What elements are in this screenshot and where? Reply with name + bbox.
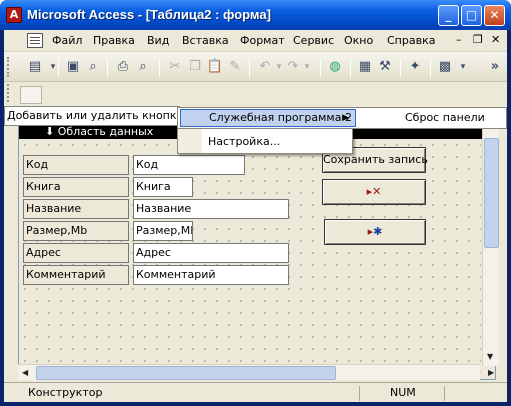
status-separator (359, 386, 360, 401)
app-window: A Microsoft Access - [Таблица2 : форма] … (0, 0, 511, 406)
section-header-label: Область данных (57, 125, 154, 138)
field-nazvanie[interactable]: Название (133, 199, 289, 219)
scroll-left-arrow-icon[interactable]: ◀ (22, 368, 28, 377)
paste-icon[interactable]: 📋 (206, 58, 224, 76)
field-kommentariy[interactable]: Комментарий (133, 265, 289, 285)
field-kod[interactable]: Код (133, 155, 245, 175)
scroll-right-arrow-icon[interactable]: ▶ (488, 368, 494, 377)
mdi-restore-icon[interactable]: ❐ (473, 33, 483, 46)
toolbar-separator (400, 58, 401, 77)
close-icon[interactable]: ✕ (484, 5, 505, 26)
delete-record-icon: ▸✕ (366, 185, 382, 198)
menu-edit[interactable]: Правка (93, 34, 135, 47)
toolbox-icon[interactable]: ⚒ (376, 58, 394, 76)
form-document-icon[interactable] (27, 33, 43, 48)
menu-insert[interactable]: Вставка (182, 34, 229, 47)
submenu-arrow-icon: ▶ (342, 113, 349, 123)
field-razmer[interactable]: Размер,МЬ (133, 221, 193, 241)
form-design-surface[interactable]: ⬇ Область данных Код Код Книга Книга Наз… (18, 124, 496, 380)
add-remove-label: Добавить или удалить кнопки (7, 109, 184, 122)
mdi-close-icon[interactable]: ✕ (491, 33, 500, 46)
menu-file[interactable]: Файл (52, 34, 82, 47)
status-mode: Конструктор (28, 386, 103, 399)
minimize-icon[interactable]: _ (438, 5, 459, 26)
reset-toolbar-item[interactable]: Сброс панели (405, 111, 485, 124)
toolbar-separator (107, 58, 108, 77)
maximize-icon[interactable]: □ (461, 5, 482, 26)
status-num: NUM (390, 386, 416, 399)
label-kod[interactable]: Код (23, 155, 129, 175)
status-separator (444, 386, 445, 401)
view-icon[interactable]: ▤ (26, 58, 44, 76)
view-dropdown-icon[interactable]: ▾ (44, 58, 62, 76)
vertical-scroll-thumb[interactable] (484, 138, 499, 248)
toolbar-grip[interactable] (7, 84, 10, 102)
window-title: Microsoft Access - [Таблица2 : форма] (27, 7, 271, 22)
menu-tools[interactable]: Сервис (293, 34, 334, 47)
menu-gutter (178, 129, 202, 153)
properties-dropdown-icon[interactable]: ▾ (454, 58, 472, 76)
add-remove-buttons-menu[interactable]: Добавить или удалить кнопки ▾ (4, 106, 192, 126)
label-nazvanie[interactable]: Название (23, 199, 129, 219)
label-razmer[interactable]: Размер,Mb (23, 221, 129, 241)
hyperlink-icon[interactable]: ◍ (326, 58, 344, 76)
label-kommentariy[interactable]: Комментарий (23, 265, 129, 285)
horizontal-scrollbar[interactable]: ◀ ▶ (18, 364, 494, 380)
status-bar: Конструктор NUM (4, 382, 507, 402)
add-remove-submenu: Служебная программа 2 ▶ Сброс панели (177, 107, 507, 129)
section-arrow-icon: ⬇ (45, 125, 58, 138)
properties-icon[interactable]: ▩ (436, 58, 454, 76)
custom-toolbar-button[interactable] (20, 86, 42, 104)
toolbar-separator (320, 58, 321, 77)
mdi-minimize-icon[interactable]: – (456, 33, 462, 46)
settings-menu-item[interactable]: Настройка... (208, 135, 280, 148)
customize-dropdown: Настройка... (177, 128, 353, 154)
custom-toolbar-row (4, 82, 507, 106)
menu-window[interactable]: Окно (344, 34, 373, 47)
format-painter-icon[interactable]: ✎ (226, 58, 244, 76)
print-icon[interactable]: ⎙ (114, 58, 132, 76)
utility-toolbar-2-label: Служебная программа 2 (209, 111, 352, 124)
scroll-down-arrow-icon[interactable]: ▼ (487, 352, 493, 361)
menu-help[interactable]: Справка (387, 34, 435, 47)
copy-icon[interactable]: ❐ (186, 58, 204, 76)
form-design-toolbar: ▤ ▾ ▣ ⌕ ⎙ ⌕ ✂ ❐ 📋 ✎ ↶ ▾ ↷ ▾ ◍ ▦ ⚒ ✦ ▩ ▾ … (4, 52, 507, 82)
toolbar-grip[interactable] (7, 57, 10, 77)
access-app-icon[interactable]: A (6, 7, 22, 23)
field-kniga[interactable]: Книга (133, 177, 193, 197)
client-area: Файл Правка Вид Вставка Формат Сервис Ок… (4, 30, 507, 402)
save-icon[interactable]: ▣ (64, 58, 82, 76)
toolbar-separator (430, 58, 431, 77)
redo-dropdown-icon[interactable]: ▾ (298, 58, 316, 76)
field-list-icon[interactable]: ▦ (356, 58, 374, 76)
field-adres[interactable]: Адрес (133, 243, 289, 263)
new-record-icon: ▸✱ (367, 225, 383, 238)
toolbar-overflow-icon[interactable]: » (486, 58, 504, 76)
detail-grid[interactable]: Код Код Книга Книга Название Название Ра… (19, 139, 481, 373)
cut-icon[interactable]: ✂ (166, 58, 184, 76)
toolbar-separator (58, 58, 59, 77)
autoformat-icon[interactable]: ✦ (406, 58, 424, 76)
label-adres[interactable]: Адрес (23, 243, 129, 263)
title-bar: A Microsoft Access - [Таблица2 : форма] … (0, 0, 511, 30)
print-preview-icon[interactable]: ⌕ (134, 58, 152, 76)
menu-view[interactable]: Вид (147, 34, 169, 47)
menu-bar: Файл Правка Вид Вставка Формат Сервис Ок… (4, 30, 507, 52)
utility-toolbar-2-item[interactable]: Служебная программа 2 ▶ (180, 109, 356, 127)
label-kniga[interactable]: Книга (23, 177, 129, 197)
toolbar-separator (159, 58, 160, 77)
file-search-icon[interactable]: ⌕ (84, 58, 102, 76)
toolbar-separator (249, 58, 250, 77)
new-record-button[interactable]: ▸✱ (324, 219, 426, 245)
delete-record-button[interactable]: ▸✕ (322, 179, 426, 205)
vertical-scrollbar[interactable]: ▼ (482, 122, 499, 366)
menu-format[interactable]: Формат (240, 34, 285, 47)
horizontal-scroll-thumb[interactable] (36, 366, 336, 380)
toolbar-separator (350, 58, 351, 77)
